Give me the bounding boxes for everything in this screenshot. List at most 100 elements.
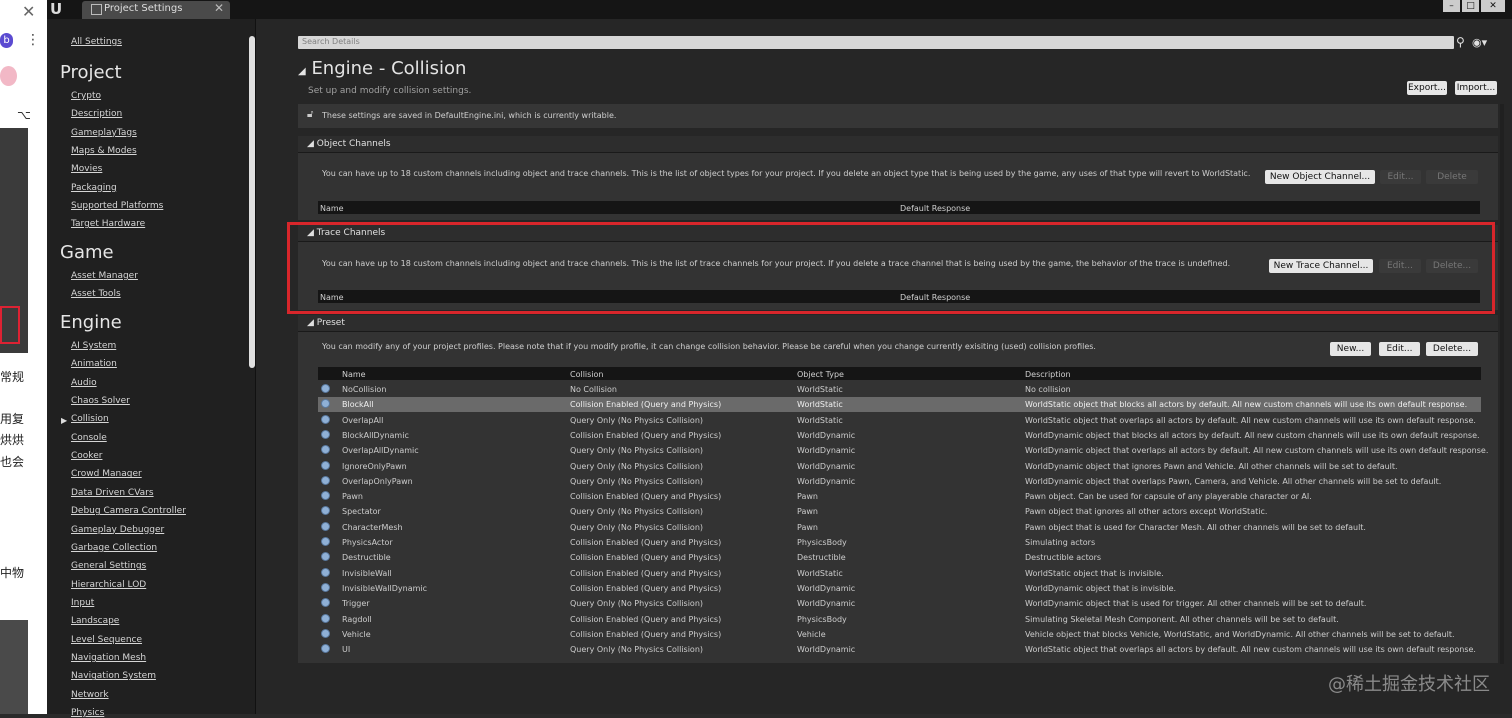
- table-row[interactable]: Trigger Query Only (No Physics Collision)…: [318, 596, 1481, 611]
- sidebar-item[interactable]: Crowd Manager: [71, 469, 142, 479]
- maximize-button[interactable]: □: [1462, 0, 1479, 12]
- cell-description: WorldDynamic object that ignores Pawn an…: [1025, 461, 1398, 471]
- sidebar-item[interactable]: Maps & Modes: [71, 146, 137, 156]
- cell-collision: Collision Enabled (Query and Physics): [570, 492, 722, 502]
- more-icon[interactable]: ⋮: [26, 32, 40, 48]
- table-row[interactable]: Destructible Collision Enabled (Query and…: [318, 550, 1481, 565]
- sidebar-item[interactable]: Navigation System: [71, 671, 156, 681]
- cell-name: Destructible: [342, 553, 391, 563]
- preset-profile-icon: [321, 613, 330, 623]
- cell-object-type: PhysicsBody: [797, 538, 847, 547]
- close-icon[interactable]: ✕: [22, 2, 35, 21]
- tab-project-settings[interactable]: Project Settings ✕: [82, 1, 230, 19]
- table-row[interactable]: CharacterMesh Query Only (No Physics Coll…: [318, 520, 1481, 535]
- table-row[interactable]: UI Query Only (No Physics Collision) World…: [318, 642, 1481, 657]
- cell-object-type: WorldDynamic: [797, 476, 856, 486]
- avatar[interactable]: b: [0, 33, 13, 48]
- preset-profile-icon: [321, 552, 330, 562]
- preset-profile-icon: [321, 475, 330, 485]
- cell-description: WorldDynamic object that is invisible.: [1025, 583, 1177, 593]
- sidebar-item[interactable]: Physics: [71, 708, 104, 718]
- export-button[interactable]: Export...: [1407, 81, 1447, 95]
- table-row[interactable]: OverlapAllDynamic Query Only (No Physics …: [318, 443, 1488, 458]
- table-row[interactable]: BlockAll Collision Enabled (Query and Phy…: [318, 397, 1481, 413]
- table-row[interactable]: Vehicle Collision Enabled (Query and Phys…: [318, 627, 1481, 642]
- sidebar-item[interactable]: Network: [71, 690, 109, 700]
- sidebar-item[interactable]: Console: [71, 433, 107, 443]
- table-row[interactable]: OverlapAll Query Only (No Physics Collisi…: [318, 413, 1481, 428]
- sidebar-item[interactable]: General Settings: [71, 561, 146, 571]
- sidebar-item[interactable]: Input: [71, 598, 94, 608]
- edit-object-channel-button[interactable]: Edit...: [1380, 170, 1421, 184]
- search-icon[interactable]: ⚲: [1456, 35, 1465, 49]
- cell-name: Ragdoll: [342, 614, 372, 624]
- cell-collision: Query Only (No Physics Collision): [570, 507, 704, 517]
- sidebar-item[interactable]: Supported Platforms: [71, 201, 163, 211]
- table-row[interactable]: IgnoreOnlyPawn Query Only (No Physics Col…: [318, 459, 1481, 474]
- table-row[interactable]: PhysicsActor Collision Enabled (Query and…: [318, 535, 1481, 550]
- minimize-button[interactable]: –: [1443, 0, 1460, 12]
- table-row[interactable]: Spectator Query Only (No Physics Collisio…: [318, 504, 1481, 519]
- table-row[interactable]: Ragdoll Collision Enabled (Query and Phys…: [318, 612, 1481, 627]
- cell-name: OverlapAllDynamic: [342, 446, 419, 456]
- sidebar-item[interactable]: Target Hardware: [71, 219, 145, 229]
- table-row[interactable]: OverlapOnlyPawn Query Only (No Physics Co…: [318, 474, 1481, 489]
- cell-description: Simulating Skeletal Mesh Component. All …: [1025, 614, 1339, 624]
- table-row[interactable]: BlockAllDynamic Collision Enabled (Query …: [318, 428, 1481, 443]
- sidebar-item[interactable]: Animation: [71, 359, 117, 369]
- preset-profile-icon: [321, 506, 330, 516]
- eye-icon[interactable]: ◉▾: [1472, 36, 1487, 49]
- edit-preset-button[interactable]: Edit...: [1379, 342, 1420, 356]
- splitter[interactable]: [255, 19, 278, 714]
- sidebar-item[interactable]: Crypto: [71, 91, 101, 101]
- tab-close-icon[interactable]: ✕: [214, 1, 224, 15]
- cell-name: Pawn: [342, 492, 363, 502]
- sidebar-item[interactable]: Data Driven CVars: [71, 488, 154, 498]
- sidebar-item[interactable]: Gameplay Debugger: [71, 525, 164, 535]
- cell-collision: Query Only (No Physics Collision): [570, 446, 704, 456]
- browser-side-strip: ✕ b ⋮ ⌥ 常规 用复 烘烘 也会 中物: [0, 0, 47, 714]
- sidebar-item[interactable]: GameplayTags: [71, 128, 137, 138]
- sidebar-item[interactable]: Collision: [71, 414, 109, 424]
- sidebar-item[interactable]: Level Sequence: [71, 635, 142, 645]
- github-icon[interactable]: ⌥: [17, 108, 31, 122]
- delete-object-channel-button[interactable]: Delete: [1426, 170, 1478, 184]
- cell-object-type: PhysicsBody: [797, 614, 847, 624]
- sidebar-item[interactable]: AI System: [71, 341, 116, 351]
- sidebar-item[interactable]: Description: [71, 109, 122, 119]
- sidebar-item[interactable]: Navigation Mesh: [71, 653, 146, 663]
- new-object-channel-button[interactable]: New Object Channel...: [1265, 170, 1375, 184]
- details-scrollbar[interactable]: [1500, 104, 1504, 664]
- sidebar-item[interactable]: Cooker: [71, 451, 102, 461]
- tab-label: Project Settings: [104, 3, 183, 14]
- sidebar-item[interactable]: Garbage Collection: [71, 543, 157, 553]
- object-channels-header[interactable]: [298, 136, 1498, 153]
- table-row[interactable]: InvisibleWallDynamic Collision Enabled (Q…: [318, 581, 1481, 596]
- table-row[interactable]: Pawn Collision Enabled (Query and Physics…: [318, 489, 1481, 504]
- delete-preset-button[interactable]: Delete...: [1426, 342, 1478, 356]
- preset-header[interactable]: [298, 315, 1498, 332]
- new-preset-button[interactable]: New...: [1330, 342, 1371, 356]
- collapse-arrow-icon[interactable]: ◢: [298, 66, 306, 77]
- sidebar-item[interactable]: Hierarchical LOD: [71, 580, 146, 590]
- search-input[interactable]: [298, 36, 1454, 49]
- sidebar-item[interactable]: Movies: [71, 164, 102, 174]
- cell-description: Pawn object that ignores all other actor…: [1025, 507, 1268, 517]
- cell-description: WorldStatic object that is invisible.: [1025, 568, 1164, 578]
- sidebar-item[interactable]: Asset Tools: [71, 289, 121, 299]
- sidebar-item[interactable]: Landscape: [71, 616, 119, 626]
- cell-name: Trigger: [342, 599, 370, 609]
- window-close-button[interactable]: ✕: [1481, 0, 1505, 12]
- sidebar-item-all-settings[interactable]: All Settings: [71, 37, 122, 47]
- table-row[interactable]: InvisibleWall Collision Enabled (Query an…: [318, 566, 1481, 581]
- sidebar-item[interactable]: Debug Camera Controller: [71, 506, 186, 516]
- import-button[interactable]: Import...: [1455, 81, 1497, 95]
- sidebar-item[interactable]: Asset Manager: [71, 271, 138, 281]
- sidebar-item[interactable]: Audio: [71, 378, 97, 388]
- sidebar-item[interactable]: Packaging: [71, 183, 117, 193]
- preset-table-header: [318, 367, 1481, 380]
- cell-collision: Query Only (No Physics Collision): [570, 415, 704, 425]
- article-text: 常规: [0, 370, 25, 384]
- table-row[interactable]: NoCollision No Collision WorldStatic No col…: [318, 382, 1481, 397]
- sidebar-item[interactable]: Chaos Solver: [71, 396, 130, 406]
